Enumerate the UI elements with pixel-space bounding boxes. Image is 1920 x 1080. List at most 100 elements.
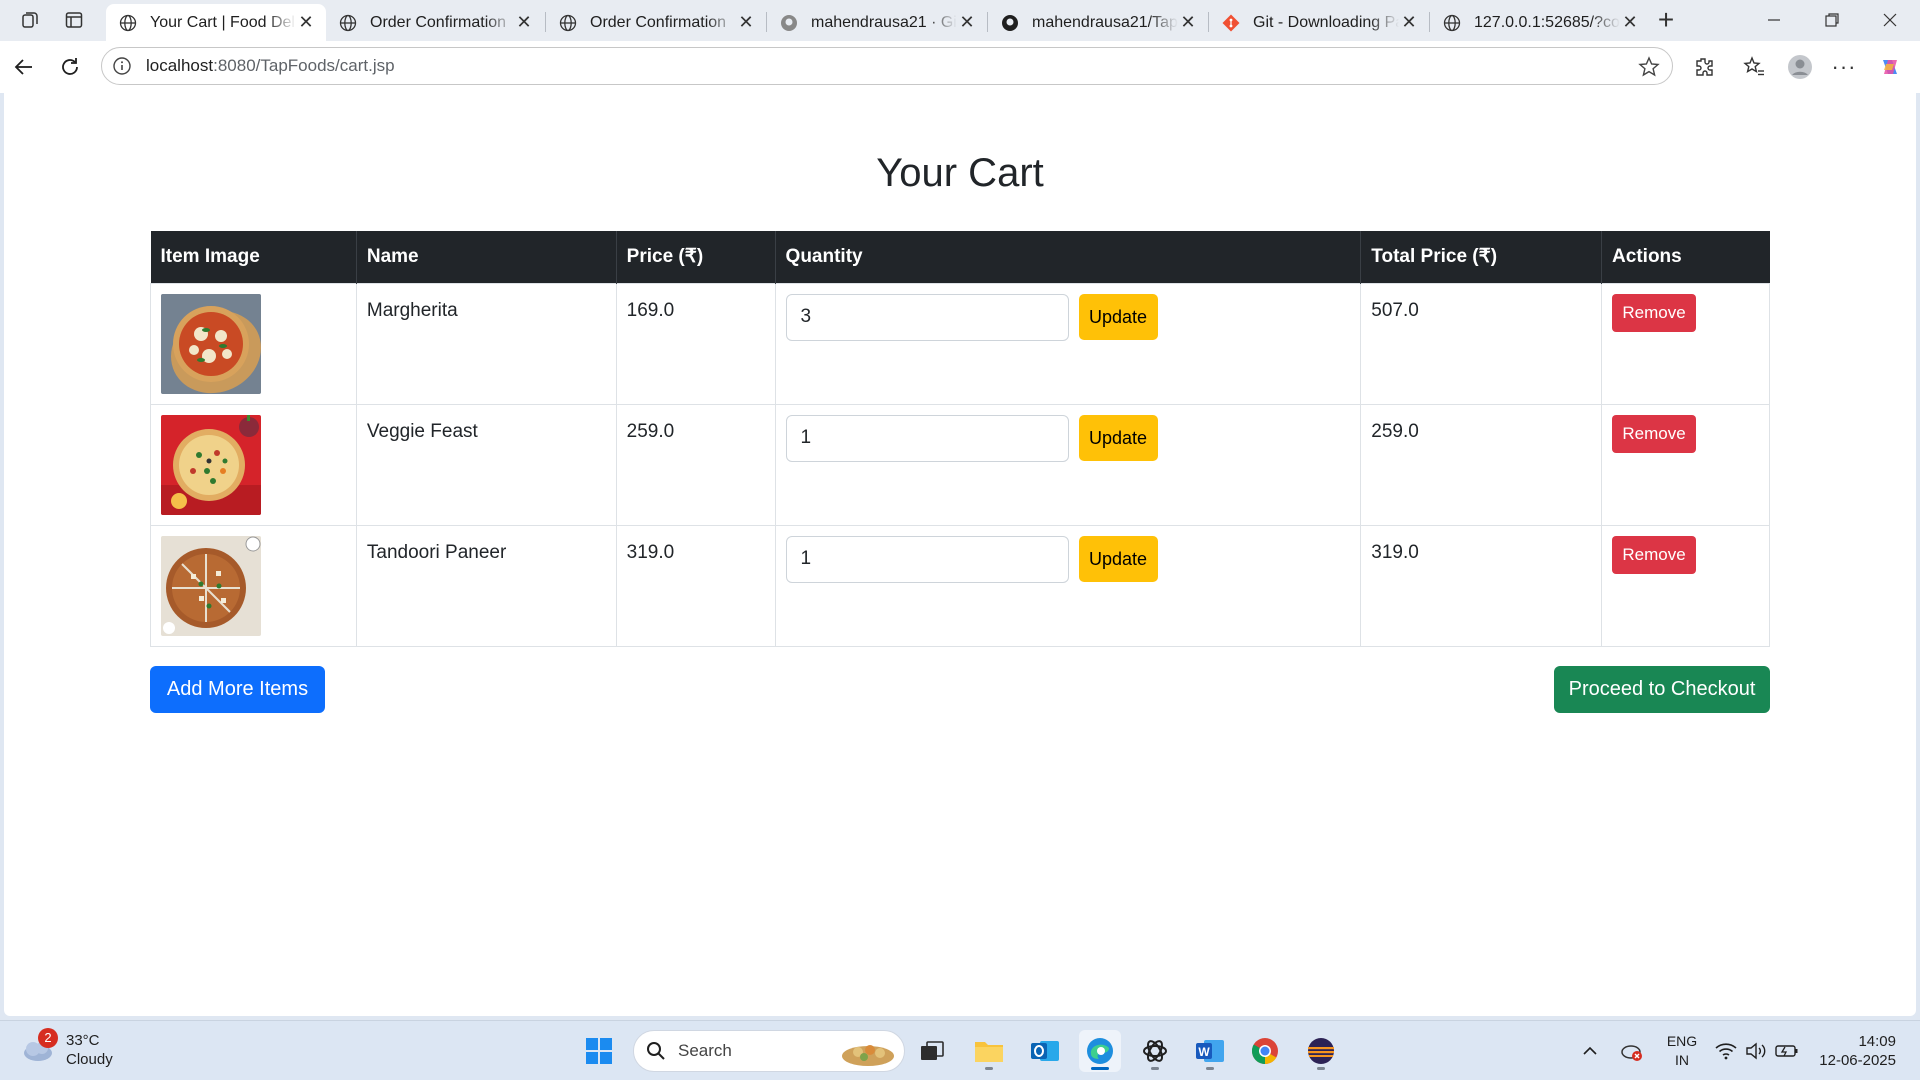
table-row: Tandoori Paneer 319.0 Update 319.0 Remov…	[150, 524, 1770, 647]
weather-temperature: 33°C	[66, 1032, 100, 1049]
tab-title: Git - Downloading Package	[1253, 13, 1399, 31]
battery-icon[interactable]	[1775, 1021, 1799, 1080]
notification-badge: 2	[38, 1028, 58, 1048]
site-info-icon[interactable]	[112, 56, 132, 76]
quantity-form: Update	[785, 293, 1351, 341]
update-button[interactable]: Update	[1078, 536, 1158, 582]
wifi-icon[interactable]	[1715, 1021, 1737, 1080]
tab-your-cart[interactable]: Your Cart | Food Delivery ✕	[106, 4, 326, 41]
tab-order-confirmation-1[interactable]: Order Confirmation ✕	[326, 4, 544, 41]
restore-icon[interactable]	[1804, 0, 1860, 40]
tab-git-download[interactable]: Git - Downloading Package ✕	[1209, 4, 1429, 41]
file-explorer-icon[interactable]	[968, 1030, 1010, 1072]
header-total-price: Total Price (₹)	[1360, 231, 1603, 283]
close-tab-icon[interactable]: ✕	[514, 12, 534, 33]
outlook-icon[interactable]	[1024, 1030, 1066, 1072]
close-tab-icon[interactable]: ✕	[1178, 12, 1198, 33]
back-arrow-icon[interactable]	[6, 49, 42, 85]
windows-start-icon[interactable]	[578, 1030, 620, 1072]
taskbar-search[interactable]: Search	[633, 1030, 905, 1072]
remove-button[interactable]: Remove	[1612, 293, 1697, 332]
table-row: Margherita 169.0 Update 507.0 Remove	[150, 282, 1770, 405]
tab-github-repo[interactable]: mahendrausa21/TapFoods ✕	[988, 4, 1208, 41]
tab-title: Your Cart | Food Delivery	[150, 13, 296, 31]
weather-widget[interactable]: 2 33°C Cloudy	[20, 1028, 113, 1069]
vertical-tabs-icon[interactable]	[54, 4, 94, 36]
profile-avatar-icon[interactable]	[1784, 51, 1816, 83]
workspaces-icon[interactable]	[10, 4, 50, 36]
favorite-star-icon[interactable]	[1638, 56, 1660, 78]
clock-time: 14:09	[1858, 1033, 1896, 1050]
header-price: Price (₹)	[616, 231, 776, 283]
cart-table: Item Image Name Price (₹) Quantity Total…	[150, 231, 1770, 647]
search-placeholder: Search	[678, 1041, 732, 1060]
tab-title: 127.0.0.1:52685/?code	[1474, 13, 1620, 31]
show-hidden-icons[interactable]	[1582, 1021, 1598, 1080]
svg-text:W: W	[1198, 1045, 1210, 1059]
language-indicator[interactable]: ENG IN	[1664, 1032, 1700, 1070]
tab-title: Order Confirmation	[370, 13, 507, 31]
tab-github-profile[interactable]: mahendrausa21 · GitHub ✕	[767, 4, 987, 41]
item-price: 319.0	[615, 524, 776, 647]
update-button[interactable]: Update	[1078, 294, 1158, 340]
word-icon[interactable]: W	[1189, 1030, 1231, 1072]
close-tab-icon[interactable]: ✕	[1399, 12, 1419, 33]
food-bowl-icon	[842, 1045, 894, 1066]
quantity-input[interactable]	[785, 414, 1069, 462]
search-icon	[647, 1042, 665, 1060]
remove-button[interactable]: Remove	[1612, 414, 1697, 453]
page-title: Your Cart	[876, 151, 1044, 195]
close-tab-icon[interactable]: ✕	[1620, 12, 1640, 33]
tab-localhost-code[interactable]: 127.0.0.1:52685/?code ✕	[1430, 4, 1650, 41]
edge-browser-icon[interactable]	[1079, 1030, 1121, 1072]
globe-icon	[1442, 13, 1462, 33]
windows-taskbar: 2 33°C Cloudy Search W ENG IN 14:09 12-0…	[0, 1020, 1920, 1080]
chevron-up-icon	[1583, 1046, 1597, 1055]
close-tab-icon[interactable]: ✕	[296, 12, 316, 33]
refresh-icon[interactable]	[52, 49, 88, 85]
close-window-icon[interactable]	[1862, 0, 1918, 40]
header-item-image: Item Image	[150, 231, 357, 283]
proceed-to-checkout-button[interactable]: Proceed to Checkout	[1554, 666, 1770, 713]
address-bar[interactable]: localhost:8080/TapFoods/cart.jsp	[101, 47, 1673, 85]
tab-title: Order Confirmation	[590, 13, 727, 31]
weather-condition: Cloudy	[66, 1051, 113, 1068]
chatgpt-icon[interactable]	[1134, 1030, 1176, 1072]
tab-order-confirmation-2[interactable]: Order Confirmation ✕	[546, 4, 766, 41]
item-name: Veggie Feast	[355, 403, 617, 526]
more-options-icon[interactable]: ···	[1828, 51, 1860, 83]
item-name: Margherita	[355, 282, 617, 405]
clock-date: 12-06-2025	[1819, 1052, 1896, 1069]
browser-tab-bar: Your Cart | Food Delivery ✕ Order Confir…	[0, 0, 1920, 41]
table-row: Veggie Feast 259.0 Update 259.0 Remove	[150, 403, 1770, 526]
copilot-icon[interactable]	[1874, 51, 1906, 83]
quantity-form: Update	[785, 414, 1351, 462]
quantity-input[interactable]	[785, 293, 1069, 341]
globe-icon	[558, 13, 578, 33]
volume-icon[interactable]	[1745, 1021, 1767, 1080]
task-view-icon[interactable]	[911, 1030, 953, 1072]
url-text: localhost:8080/TapFoods/cart.jsp	[146, 56, 395, 75]
remove-button[interactable]: Remove	[1612, 535, 1697, 574]
table-header-row: Item Image Name Price (₹) Quantity Total…	[150, 231, 1770, 283]
quantity-form: Update	[785, 535, 1351, 583]
quantity-input[interactable]	[785, 535, 1069, 583]
veggie-feast-pizza-image	[161, 414, 261, 515]
item-total-price: 259.0	[1360, 403, 1603, 526]
add-more-items-button[interactable]: Add More Items	[150, 666, 325, 713]
new-tab-button[interactable]: +	[1646, 4, 1686, 36]
eclipse-ide-icon[interactable]	[1300, 1030, 1342, 1072]
github-icon	[779, 13, 799, 33]
close-tab-icon[interactable]: ✕	[957, 12, 977, 33]
update-button[interactable]: Update	[1078, 415, 1158, 461]
minimize-icon[interactable]	[1746, 0, 1802, 40]
close-tab-icon[interactable]: ✕	[736, 12, 756, 33]
system-clock[interactable]: 14:09 12-06-2025	[1812, 1032, 1896, 1070]
extensions-icon[interactable]	[1688, 51, 1720, 83]
page-viewport: Your Cart Item Image Name Price (₹) Quan…	[4, 93, 1916, 1016]
chrome-icon[interactable]	[1244, 1030, 1286, 1072]
git-icon	[1221, 13, 1241, 33]
security-status-icon[interactable]	[1620, 1021, 1644, 1080]
favorites-icon[interactable]	[1738, 51, 1770, 83]
item-total-price: 507.0	[1360, 282, 1603, 405]
